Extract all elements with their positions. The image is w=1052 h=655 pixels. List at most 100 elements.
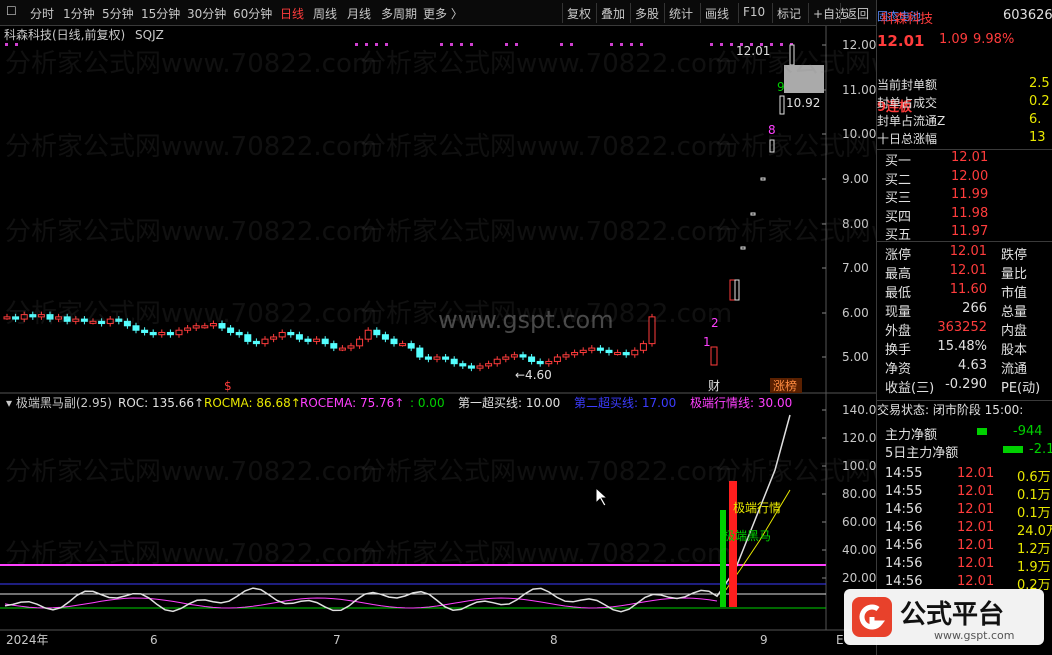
candle: [304, 338, 312, 342]
signal-dot: [450, 43, 453, 46]
late-candle: [760, 177, 766, 181]
svg-text:公式平台: 公式平台: [900, 599, 1004, 630]
candle: [536, 360, 544, 365]
y-tick-label: 5.00: [842, 350, 869, 364]
candle: [467, 365, 475, 369]
kline-chart[interactable]: 12.0011.0010.009.008.007.006.005.0010.92…: [0, 0, 876, 655]
candle: [390, 338, 398, 345]
candle: [175, 329, 183, 336]
x-axis-label: 2024年: [6, 633, 49, 647]
late-candle: [710, 346, 718, 366]
bid-row: 买四 11.98: [885, 205, 989, 225]
candle: [519, 354, 527, 358]
candle: [562, 354, 570, 358]
signal-dot: [630, 43, 633, 46]
count-label: 9: [777, 80, 785, 94]
watermark: 分析家公式网www.70822.com: [715, 217, 876, 247]
candle: [450, 358, 458, 365]
candle: [330, 343, 338, 349]
late-candle: [779, 95, 785, 115]
watermark: 分析家公式网www.70822.com: [5, 457, 377, 487]
signal-dot: [730, 43, 733, 46]
event-mark: $: [224, 379, 232, 393]
x-axis-label: 7: [333, 633, 341, 647]
signal-dot: [560, 43, 563, 46]
candle: [614, 352, 622, 356]
candle: [510, 354, 518, 358]
candle: [553, 356, 561, 362]
candle: [347, 345, 355, 349]
candle: [278, 331, 286, 338]
candle: [639, 343, 647, 351]
candle: [244, 334, 252, 342]
bid-row: 买二 12.00: [885, 168, 989, 188]
candle: [313, 338, 321, 342]
candle: [381, 334, 389, 340]
signal-dot: [470, 43, 473, 46]
tick-row: 14:56 12.01 0.1万: [885, 502, 1051, 521]
tick-row: 14:55 12.01 0.6万: [885, 466, 1051, 485]
event-mark: 涨榜: [773, 378, 797, 393]
sub-indicator-name: ▾ 极端黑马副(2.95): [6, 396, 112, 410]
signal-dot: [620, 43, 623, 46]
watermark: 分析家公式网www.70822.com: [5, 49, 377, 79]
candle: [622, 352, 630, 356]
signal-dot: [5, 43, 8, 46]
price-row: 12.01 1.09 9.98%: [877, 32, 1015, 50]
sub-indicator-item: ROC: 135.66↑: [118, 396, 204, 410]
x-axis-label: 9: [760, 633, 768, 647]
signal-dot: [355, 43, 358, 46]
y-tick-label: 7.00: [842, 261, 869, 275]
signal-dot: [440, 43, 443, 46]
signal-dot: [780, 43, 783, 46]
sub-indicator-item: ROCMA: 86.68↑: [204, 396, 301, 410]
mouse-cursor-icon: [595, 486, 609, 507]
x-axis-label: 6: [150, 633, 158, 647]
sub-y-label: 20.00: [842, 571, 876, 585]
candle: [158, 331, 166, 336]
watermark: 分析家公式网www.70822.com: [5, 132, 377, 162]
candle: [166, 331, 174, 336]
candle: [399, 343, 407, 347]
candle: [364, 329, 372, 340]
candle: [579, 349, 587, 354]
seal-row: 封单占成交 0.2: [877, 94, 1050, 110]
candle: [545, 360, 553, 365]
watermark: 分析家公式网www.70822.com: [360, 457, 732, 487]
stat-row: 收益(三) -0.290 PE(动): [885, 377, 1041, 396]
candle: [287, 331, 295, 336]
sub-y-label: 120.00: [842, 431, 876, 445]
candle: [476, 365, 484, 369]
stat-row: 最高 12.01 量比: [885, 263, 1028, 282]
sub-y-label: 40.00: [842, 543, 876, 557]
signal-dot: [365, 43, 368, 46]
sub-indicator-item: 第二超买线: 17.00: [574, 395, 676, 410]
candle: [459, 363, 467, 367]
signal-dot: [770, 43, 773, 46]
tick-row: 14:5612.0124.0万: [885, 520, 1052, 539]
bid-row: 买三 11.99: [885, 187, 989, 206]
stat-row: 现量 266 总量: [885, 301, 1028, 320]
rocma-line: [4, 597, 718, 609]
signal-dot: [505, 43, 508, 46]
extreme-label: 极端行情: [733, 501, 781, 515]
candle: [631, 349, 639, 356]
late-candle: [734, 279, 740, 301]
watermark: 分析家公式网www.70822.com: [360, 49, 732, 79]
signal-dot: [515, 43, 518, 46]
signal-dot: [710, 43, 713, 46]
sub-y-label: 60.00: [842, 515, 876, 529]
candle: [252, 340, 260, 345]
watermark: 分析家公式网www.70822.com: [360, 539, 732, 569]
tick-row: 14:55 12.01 0.1万: [885, 484, 1051, 503]
signal-dot: [640, 43, 643, 46]
candle: [235, 331, 243, 336]
flow-row: 5日主力净额 -2.1: [885, 442, 1052, 461]
event-mark: 财: [708, 379, 720, 393]
candle: [321, 338, 329, 345]
y-tick-label: 6.00: [842, 306, 869, 320]
signal-dot: [15, 43, 18, 46]
watermark: 分析家公式网www.70822.com: [715, 457, 876, 487]
candle: [424, 356, 432, 360]
seal-row: 封单占流通Z 6.: [877, 112, 1042, 128]
